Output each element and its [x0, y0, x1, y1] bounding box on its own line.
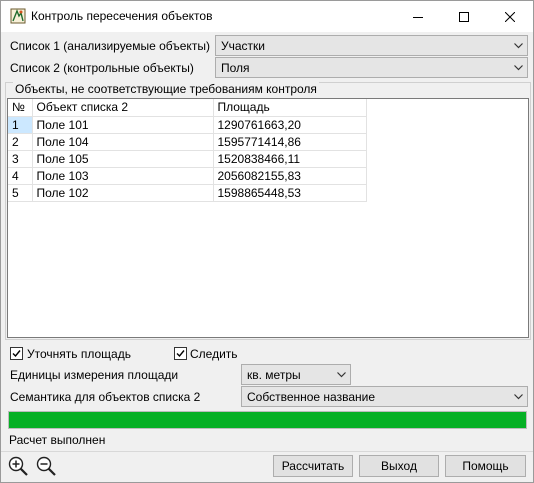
refine-area-label[interactable]: Уточнять площадь: [27, 347, 131, 361]
row-number: 1: [8, 116, 33, 134]
list1-label: Список 1 (анализируемые объекты): [10, 39, 210, 53]
app-icon: [10, 8, 26, 24]
row-object: Поле 105: [32, 150, 214, 168]
minimize-icon: [413, 16, 423, 18]
row-object: Поле 104: [32, 133, 214, 151]
units-value: кв. метры: [247, 368, 301, 382]
help-button[interactable]: Помощь: [445, 455, 526, 477]
chevron-down-icon: [337, 372, 346, 378]
calculate-button[interactable]: Рассчитать: [273, 455, 353, 477]
semantics-select[interactable]: Собственное название: [241, 386, 528, 407]
list2-label: Список 2 (контрольные объекты): [10, 61, 194, 75]
semantics-label: Семантика для объектов списка 2: [10, 390, 201, 404]
minimize-button[interactable]: [395, 1, 441, 32]
dialog-window: Контроль пересечения объектов Список 1 (…: [0, 0, 534, 483]
chevron-down-icon: [514, 65, 523, 71]
divider: [1, 451, 533, 452]
row-area: 1520838466,11: [213, 150, 367, 168]
refine-area-checkbox[interactable]: [10, 347, 23, 360]
checkmark-icon: [12, 350, 21, 358]
semantics-value: Собственное название: [247, 390, 376, 404]
row-area: 1595771414,86: [213, 133, 367, 151]
table-row[interactable]: 4 Поле 103 2056082155,83: [8, 167, 367, 185]
maximize-icon: [459, 11, 469, 22]
row-area: 2056082155,83: [213, 167, 367, 185]
table-header-row: № Объект списка 2 Площадь: [8, 99, 367, 117]
table-row[interactable]: 2 Поле 104 1595771414,86: [8, 133, 367, 151]
progress-bar: [8, 411, 527, 429]
results-group-title: Объекты, не соответствующие требованиям …: [13, 82, 319, 96]
units-label: Единицы измерения площади: [10, 368, 179, 382]
chevron-down-icon: [514, 394, 523, 400]
list1-value: Участки: [221, 39, 265, 53]
track-checkbox[interactable]: [174, 347, 187, 360]
chevron-down-icon: [514, 43, 523, 49]
row-area: 1598865448,53: [213, 184, 367, 202]
row-number: 4: [8, 167, 33, 185]
row-object: Поле 103: [32, 167, 214, 185]
row-number: 3: [8, 150, 33, 168]
row-number: 2: [8, 133, 33, 151]
table-row[interactable]: 5 Поле 102 1598865448,53: [8, 184, 367, 202]
title-bar[interactable]: Контроль пересечения объектов: [1, 1, 533, 32]
row-object: Поле 101: [32, 116, 214, 134]
column-header-object[interactable]: Объект списка 2: [32, 99, 214, 117]
zoom-out-icon: [36, 456, 56, 476]
table-row[interactable]: 3 Поле 105 1520838466,11: [8, 150, 367, 168]
progress-fill: [9, 412, 526, 428]
zoom-in-button[interactable]: [7, 455, 29, 477]
list2-select[interactable]: Поля: [215, 57, 528, 78]
status-text: Расчет выполнен: [9, 433, 106, 447]
units-select[interactable]: кв. метры: [241, 364, 351, 385]
row-number: 5: [8, 184, 33, 202]
window-title: Контроль пересечения объектов: [31, 9, 213, 23]
list1-select[interactable]: Участки: [215, 35, 528, 56]
table-row[interactable]: 1 Поле 101 1290761663,20: [8, 116, 367, 134]
checkmark-icon: [176, 350, 185, 358]
results-list[interactable]: № Объект списка 2 Площадь 1 Поле 101 129…: [7, 98, 529, 338]
column-header-area[interactable]: Площадь: [213, 99, 367, 117]
row-object: Поле 102: [32, 184, 214, 202]
exit-button[interactable]: Выход: [359, 455, 439, 477]
column-header-number[interactable]: №: [8, 99, 33, 117]
results-table: № Объект списка 2 Площадь 1 Поле 101 129…: [8, 99, 367, 202]
row-area: 1290761663,20: [213, 116, 367, 134]
close-icon: [505, 11, 515, 22]
zoom-out-button[interactable]: [35, 455, 57, 477]
track-label[interactable]: Следить: [190, 347, 238, 361]
list2-value: Поля: [221, 61, 250, 75]
maximize-button[interactable]: [441, 1, 487, 32]
close-button[interactable]: [487, 1, 533, 32]
zoom-in-icon: [8, 456, 28, 476]
